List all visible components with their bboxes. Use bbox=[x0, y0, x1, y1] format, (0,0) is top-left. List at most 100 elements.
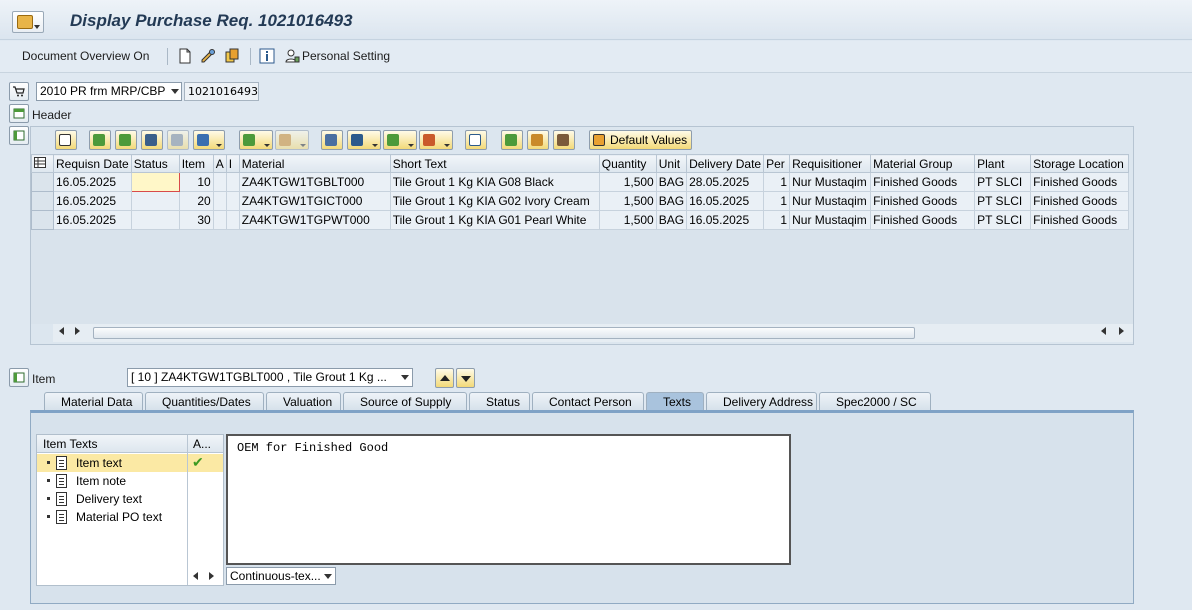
grid-toolbar: Default Values bbox=[31, 127, 1133, 153]
sort-descending-button[interactable] bbox=[115, 130, 137, 150]
tree-item-item-text[interactable]: Item text bbox=[37, 454, 187, 472]
scroll-left-icon[interactable] bbox=[193, 572, 198, 580]
previous-item-button[interactable] bbox=[435, 368, 454, 388]
default-values-button[interactable]: Default Values bbox=[589, 130, 693, 150]
column-header[interactable]: Material Group bbox=[870, 154, 976, 173]
source-determination-button[interactable] bbox=[527, 130, 549, 150]
subtotal-button[interactable] bbox=[275, 130, 309, 150]
tree-item-material-po-text[interactable]: Material PO text bbox=[37, 508, 187, 526]
tree-item-delivery-text[interactable]: Delivery text bbox=[37, 490, 187, 508]
page-title: Display Purchase Req. 1021016493 bbox=[70, 11, 353, 30]
tab-contact-person[interactable]: Contact Person bbox=[532, 392, 644, 411]
collapse-items-button[interactable] bbox=[9, 126, 29, 145]
find-button[interactable] bbox=[141, 130, 163, 150]
personal-setting-button[interactable]: Personal Setting bbox=[302, 49, 390, 63]
column-header[interactable]: Storage Location bbox=[1030, 154, 1130, 173]
new-document-icon[interactable] bbox=[177, 48, 193, 64]
column-header[interactable]: Quantity bbox=[598, 154, 657, 173]
tab-source-of-supply[interactable]: Source of Supply bbox=[343, 392, 467, 411]
column-header[interactable]: I bbox=[225, 154, 240, 173]
copy-icon[interactable] bbox=[224, 48, 240, 64]
tab-texts[interactable]: Texts bbox=[646, 392, 704, 411]
column-header[interactable]: Status bbox=[130, 154, 180, 173]
layout-button[interactable] bbox=[419, 130, 453, 150]
subtotal-icon bbox=[279, 134, 291, 146]
table-cell: Finished Goods bbox=[870, 191, 976, 211]
bullet-icon bbox=[47, 479, 50, 482]
row-selector[interactable] bbox=[31, 191, 54, 211]
views-button[interactable] bbox=[347, 130, 381, 150]
tab-delivery-address[interactable]: Delivery Address bbox=[706, 392, 817, 411]
header-expand-button[interactable] bbox=[9, 104, 29, 123]
column-header[interactable]: A bbox=[212, 154, 227, 173]
document-type-select[interactable]: 2010 PR frm MRP/CBP bbox=[36, 82, 182, 101]
column-header[interactable]: Delivery Date bbox=[686, 154, 765, 173]
scrollbar-thumb[interactable] bbox=[93, 327, 915, 339]
column-header[interactable]: Material bbox=[238, 154, 391, 173]
next-item-button[interactable] bbox=[456, 368, 475, 388]
row-selector[interactable] bbox=[31, 210, 54, 230]
details-button[interactable] bbox=[55, 130, 77, 150]
scroll-right-icon[interactable] bbox=[75, 327, 80, 335]
table-row[interactable]: 16.05.2025 30 ZA4KTGW1TGPWT000 Tile Grou… bbox=[31, 210, 1130, 230]
scroll-left-icon[interactable] bbox=[1101, 327, 1106, 335]
grid-info-button[interactable] bbox=[465, 130, 487, 150]
document-number-field[interactable]: 1021016493 bbox=[184, 82, 259, 101]
table-cell: 16.05.2025 bbox=[53, 210, 132, 230]
release-button[interactable] bbox=[553, 130, 575, 150]
tab-status[interactable]: Status bbox=[469, 392, 530, 411]
table-row[interactable]: 16.05.2025 10 ZA4KTGW1TGBLT000 Tile Grou… bbox=[31, 172, 1130, 192]
item-text-editor[interactable]: OEM for Finished Good bbox=[226, 434, 791, 565]
item-select[interactable]: [ 10 ] ZA4KTGW1TGBLT000 , Tile Grout 1 K… bbox=[127, 368, 413, 387]
system-menu-button[interactable] bbox=[12, 11, 44, 33]
personal-setting-icon[interactable] bbox=[284, 48, 300, 64]
dropdown-arrow-icon bbox=[264, 144, 270, 147]
item-detail-icon bbox=[13, 372, 25, 383]
select-all-cell[interactable] bbox=[31, 154, 54, 173]
item-expand-button[interactable] bbox=[9, 368, 29, 387]
column-header[interactable]: Short Text bbox=[389, 154, 600, 173]
export-button[interactable] bbox=[383, 130, 417, 150]
sort-ascending-button[interactable] bbox=[89, 130, 111, 150]
document-icon bbox=[56, 492, 67, 506]
column-header[interactable]: Per bbox=[763, 154, 791, 173]
cart-button[interactable] bbox=[9, 82, 29, 101]
scroll-right-icon[interactable] bbox=[209, 572, 214, 580]
filter-button[interactable] bbox=[193, 130, 225, 150]
horizontal-scrollbar[interactable] bbox=[53, 324, 1133, 342]
tree-item-item-note[interactable]: Item note bbox=[37, 472, 187, 490]
tab-spec2000-sc[interactable]: Spec2000 / SC bbox=[819, 392, 931, 411]
status-cell[interactable] bbox=[130, 191, 180, 211]
layout-grid-icon bbox=[34, 156, 46, 168]
column-header[interactable]: Unit bbox=[655, 154, 688, 173]
document-overview-button[interactable]: Document Overview On bbox=[22, 49, 149, 63]
tab-quantities-dates[interactable]: Quantities/Dates bbox=[145, 392, 264, 411]
row-selector[interactable] bbox=[31, 172, 54, 192]
print-button[interactable] bbox=[321, 130, 343, 150]
column-header[interactable]: Plant bbox=[974, 154, 1032, 173]
scroll-left-icon[interactable] bbox=[59, 327, 64, 335]
tab-material-data[interactable]: Material Data bbox=[44, 392, 143, 411]
find-next-button[interactable] bbox=[167, 130, 189, 150]
table-cell: Finished Goods bbox=[870, 172, 976, 192]
tab-valuation[interactable]: Valuation bbox=[266, 392, 341, 411]
info-icon[interactable] bbox=[259, 48, 275, 64]
scroll-right-icon[interactable] bbox=[1119, 327, 1124, 335]
status-cell[interactable] bbox=[130, 172, 180, 192]
table-row[interactable]: 16.05.2025 20 ZA4KTGW1TGICT000 Tile Grou… bbox=[31, 191, 1130, 211]
total-button[interactable] bbox=[239, 130, 273, 150]
item-details-icon bbox=[505, 134, 517, 146]
column-header[interactable]: Requisitioner bbox=[789, 154, 872, 173]
column-header[interactable]: Item bbox=[178, 154, 214, 173]
menu-icon bbox=[17, 15, 33, 29]
display-change-icon[interactable] bbox=[200, 48, 216, 64]
table-cell: Tile Grout 1 Kg KIA G08 Black bbox=[389, 172, 600, 192]
item-details-button[interactable] bbox=[501, 130, 523, 150]
tree-scroll[interactable] bbox=[187, 568, 224, 584]
column-header[interactable]: Requisn Date bbox=[53, 154, 132, 173]
dropdown-arrow-icon bbox=[300, 144, 306, 147]
toolbar-separator bbox=[167, 48, 168, 65]
status-cell[interactable] bbox=[130, 210, 180, 230]
table-cell: 16.05.2025 bbox=[53, 172, 132, 192]
text-format-select[interactable]: Continuous-tex... bbox=[226, 567, 336, 585]
